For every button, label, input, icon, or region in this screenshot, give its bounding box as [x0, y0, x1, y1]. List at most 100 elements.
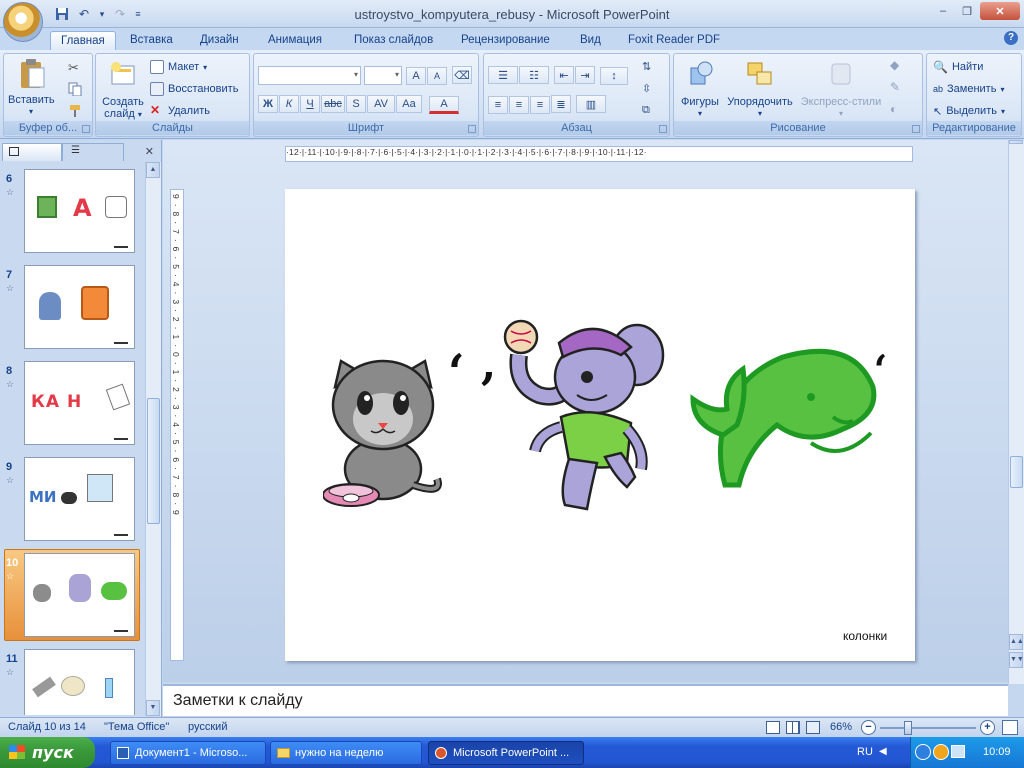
font-color-button[interactable]: A [429, 96, 459, 114]
find-button[interactable]: 🔍 Найти [933, 57, 983, 77]
tab-animation[interactable]: Анимация [268, 31, 322, 50]
clipboard-launcher-icon[interactable] [82, 125, 90, 133]
clear-format-icon[interactable]: ⌫ [452, 66, 472, 84]
char-spacing-button[interactable]: AV [367, 95, 395, 113]
language-status[interactable]: русский [188, 721, 227, 733]
justify-icon[interactable]: ≣ [551, 95, 571, 113]
smartart-icon[interactable]: ⧉ [642, 104, 650, 117]
select-button[interactable]: ↖ Выделить ▾ [933, 101, 1005, 121]
align-left-icon[interactable]: ≡ [488, 95, 508, 114]
scroll-down-icon[interactable]: ▼ [146, 700, 160, 716]
taskbar-item-folder[interactable]: нужно на неделю [270, 741, 422, 765]
grow-font-icon[interactable]: A [406, 66, 426, 85]
fit-to-window-icon[interactable] [1002, 720, 1018, 735]
close-panel-icon[interactable]: ✕ [145, 145, 154, 158]
tab-review[interactable]: Рецензирование [461, 31, 550, 50]
shadow-button[interactable]: S [346, 95, 366, 113]
slide-scrollbar[interactable]: ▲▲ ▼▼ [1008, 140, 1024, 684]
shrink-font-icon[interactable]: A [427, 66, 447, 85]
network-icon[interactable] [951, 745, 965, 758]
zoom-level[interactable]: 66% [830, 721, 852, 733]
elephant-image[interactable] [499, 319, 679, 529]
slide-canvas[interactable]: , , , колонки [285, 189, 915, 661]
language-indicator[interactable]: RU [857, 746, 873, 758]
font-name-combo[interactable]: ▾ [258, 66, 361, 85]
slide-thumbnail-8[interactable]: КА Н [24, 361, 135, 445]
zoom-slider-track[interactable] [880, 727, 976, 729]
zoom-slider-thumb[interactable] [904, 721, 912, 735]
align-right-icon[interactable]: ≡ [530, 95, 550, 114]
notes-pane[interactable]: Заметки к слайду [163, 684, 1008, 716]
drawing-launcher-icon[interactable] [912, 125, 920, 133]
align-text-icon[interactable]: ⇳ [642, 82, 651, 95]
tray-expand-icon[interactable]: ◀ [879, 746, 887, 757]
whale-image[interactable] [683, 347, 883, 507]
scroll-up-icon[interactable]: ▲ [146, 162, 160, 178]
line-spacing-icon[interactable]: ↕ [600, 66, 628, 85]
align-center-icon[interactable]: ≡ [509, 95, 529, 114]
font-size-combo[interactable]: ▾ [364, 66, 402, 85]
zoom-out-icon[interactable]: − [861, 720, 876, 735]
rebus-comma[interactable]: , [447, 349, 462, 400]
paragraph-launcher-icon[interactable] [659, 125, 667, 133]
taskbar-item-powerpoint[interactable]: Microsoft PowerPoint ... [428, 741, 584, 765]
slide-thumbnail-11[interactable] [24, 649, 135, 715]
thumbnail-scrollbar[interactable]: ▲ ▼ [145, 162, 161, 716]
close-button[interactable]: ✕ [980, 2, 1020, 20]
bold-button[interactable]: Ж [258, 95, 278, 113]
rebus-comma[interactable]: , [873, 351, 886, 393]
increase-indent-icon[interactable]: ⇥ [575, 66, 595, 84]
shape-fill-icon[interactable]: ◆ [890, 58, 899, 72]
office-button[interactable] [3, 2, 43, 42]
cut-icon[interactable]: ✂ [68, 60, 79, 76]
new-slide-button[interactable]: Создать слайд ▾ [99, 60, 147, 121]
replace-button[interactable]: ab Заменить ▾ [933, 79, 1004, 99]
quick-styles-button[interactable]: Экспресс-стили ▾ [798, 60, 884, 120]
clock[interactable]: 10:09 [983, 746, 1011, 758]
slide-thumbnail-7[interactable] [24, 265, 135, 349]
tab-outline-icon[interactable]: ☰ [62, 143, 124, 161]
slide-thumbnail-9[interactable]: МИ [24, 457, 135, 541]
slide-thumbnail-6[interactable]: A [24, 169, 135, 253]
copy-icon[interactable] [68, 82, 82, 99]
tray-app-icon[interactable] [933, 744, 949, 760]
shapes-button[interactable]: Фигуры ▾ [678, 60, 722, 120]
theme-status[interactable]: "Тема Office" [104, 721, 169, 733]
zoom-in-icon[interactable]: + [980, 720, 995, 735]
text-direction-icon[interactable]: ⇅ [642, 60, 651, 73]
shape-outline-icon[interactable]: ✎ [890, 80, 900, 94]
shape-effects-icon[interactable]: ◐ [890, 102, 897, 116]
taskbar-item-word[interactable]: Документ1 - Microso... [110, 741, 266, 765]
minimize-button[interactable]: – [932, 2, 954, 20]
paste-button[interactable]: Вставить ▾ [8, 58, 55, 118]
tab-view[interactable]: Вид [580, 31, 601, 50]
tab-home[interactable]: Главная [50, 31, 116, 50]
slide-thumbnail-10[interactable] [24, 553, 135, 637]
slide-caption[interactable]: колонки [843, 629, 887, 643]
slide-scroll-thumb[interactable] [1010, 456, 1023, 488]
format-painter-icon[interactable] [68, 104, 82, 121]
bullets-icon[interactable]: ☰ [488, 66, 518, 84]
strike-button[interactable]: abc [321, 95, 345, 113]
italic-button[interactable]: К [279, 95, 299, 113]
tray-app-icon[interactable] [915, 744, 931, 760]
tab-slideshow[interactable]: Показ слайдов [354, 31, 433, 50]
tab-slides-icon[interactable] [2, 143, 62, 161]
tab-design[interactable]: Дизайн [200, 31, 239, 50]
sorter-view-icon[interactable] [786, 721, 800, 734]
tab-foxit[interactable]: Foxit Reader PDF [628, 31, 720, 50]
start-button[interactable]: пуск [0, 737, 95, 768]
layout-button[interactable]: Макет ▾ [150, 57, 207, 77]
arrange-button[interactable]: Упорядочить ▾ [724, 60, 796, 120]
tab-insert[interactable]: Вставка [130, 31, 173, 50]
rebus-comma[interactable]: , [481, 339, 496, 390]
scroll-thumb[interactable] [147, 398, 160, 524]
restore-button[interactable]: ❐ [956, 2, 978, 20]
help-icon[interactable]: ? [1004, 31, 1018, 45]
next-slide-icon[interactable]: ▼▼ [1009, 652, 1024, 668]
normal-view-icon[interactable] [766, 721, 780, 734]
delete-slide-button[interactable]: ✕ Удалить [150, 101, 210, 121]
font-launcher-icon[interactable] [468, 125, 476, 133]
change-case-button[interactable]: Aa [396, 95, 422, 113]
reset-button[interactable]: Восстановить [150, 79, 238, 99]
